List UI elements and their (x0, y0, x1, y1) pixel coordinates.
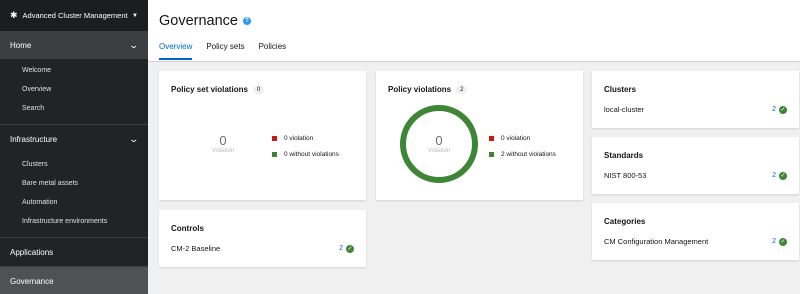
nav-item-search[interactable]: Search (0, 99, 148, 118)
perspective-switcher[interactable]: ✱ Advanced Cluster Management ▼ (0, 0, 148, 31)
tab-policies[interactable]: Policies (259, 42, 287, 60)
count-badge: 0 (252, 85, 265, 94)
nav-group-label: Home (10, 40, 32, 50)
legend-label: 0 violation (284, 135, 314, 142)
donut-label: Violation (427, 148, 451, 154)
clusters-card: Clusters local-cluster 2 ✓ (592, 71, 799, 128)
nav-group-home: Home ⌄ Welcome Overview Search (0, 31, 148, 125)
nav-item-applications[interactable]: Applications (0, 238, 148, 267)
nav-item-bare-metal-assets[interactable]: Bare metal assets (0, 174, 148, 193)
legend-without-violation[interactable]: 0 without violations (272, 151, 339, 158)
legend-label: 2 without violations (501, 151, 556, 158)
standard-row: NIST 800-53 2 ✓ (604, 171, 787, 180)
card-title-text: Policy violations (388, 85, 452, 94)
control-row: CM-2 Baseline 2 ✓ (171, 244, 354, 253)
category-row: CM Configuration Management 2 ✓ (604, 237, 787, 246)
sidebar: ✱ Advanced Cluster Management ▼ Home ⌄ W… (0, 0, 148, 294)
nav-item-governance[interactable]: Governance (0, 267, 148, 294)
without-violation-swatch (272, 152, 277, 157)
card-title: Clusters (604, 85, 637, 94)
page-title: Governance ? (159, 13, 251, 29)
tab-policy-sets[interactable]: Policy sets (206, 42, 244, 60)
violation-swatch (272, 136, 277, 141)
standard-count-link[interactable]: 2 (772, 172, 776, 179)
without-violation-swatch (489, 152, 494, 157)
standards-card: Standards NIST 800-53 2 ✓ (592, 137, 799, 194)
chevron-down-icon: ⌄ (128, 133, 140, 144)
cluster-name: local-cluster (604, 105, 645, 114)
acm-logo-icon: ✱ (10, 10, 18, 20)
nav-group-label: Infrastructure (10, 134, 58, 144)
card-title: Standards (604, 151, 644, 160)
policy-violations-card: Policy violations 2 0 Violation 0 violat… (376, 71, 583, 200)
category-name: CM Configuration Management (604, 237, 709, 246)
control-count-link[interactable]: 2 (339, 245, 343, 252)
card-title: Policy set violations 0 (171, 85, 265, 94)
cluster-count-link[interactable]: 2 (772, 106, 776, 113)
check-circle-icon: ✓ (779, 171, 787, 180)
nav-item-clusters[interactable]: Clusters (0, 155, 148, 174)
caret-down-icon: ▼ (132, 12, 138, 19)
check-circle-icon: ✓ (346, 244, 354, 253)
legend-violation[interactable]: 0 violation (489, 135, 530, 142)
cluster-row: local-cluster 2 ✓ (604, 105, 787, 114)
page-title-text: Governance (159, 13, 238, 29)
standard-name: NIST 800-53 (604, 171, 647, 180)
nav-group-infrastructure-toggle[interactable]: Infrastructure ⌄ (0, 125, 148, 153)
category-count-link[interactable]: 2 (772, 238, 776, 245)
perspective-label: Advanced Cluster Management (22, 11, 128, 20)
categories-card: Categories CM Configuration Management 2… (592, 203, 799, 260)
legend-violation[interactable]: 0 violation (272, 135, 313, 142)
legend-label: 0 violation (501, 135, 531, 142)
policy-set-violations-card: Policy set violations 0 0 Violation 0 vi… (159, 71, 366, 200)
check-circle-icon: ✓ (779, 237, 787, 246)
card-title: Policy violations 2 (388, 85, 468, 94)
legend-without-violation[interactable]: 2 without violations (489, 151, 556, 158)
legend-label: 0 without violations (284, 151, 339, 158)
donut-value: 0 (219, 133, 227, 148)
controls-card: Controls CM-2 Baseline 2 ✓ (159, 210, 366, 267)
nav-group-infrastructure: Infrastructure ⌄ Clusters Bare metal ass… (0, 125, 148, 238)
card-title: Controls (171, 224, 204, 233)
violation-swatch (489, 136, 494, 141)
donut-label: Violation (211, 148, 235, 154)
nav-item-welcome[interactable]: Welcome (0, 61, 148, 80)
help-icon[interactable]: ? (243, 17, 251, 25)
page-header: Governance ? Overview Policy sets Polici… (148, 0, 800, 62)
check-circle-icon: ✓ (779, 105, 787, 114)
donut-value: 0 (435, 133, 443, 148)
chevron-down-icon: ⌄ (128, 39, 140, 50)
control-name: CM-2 Baseline (171, 244, 221, 253)
nav-item-automation[interactable]: Automation (0, 193, 148, 212)
tab-bar: Overview Policy sets Policies (159, 42, 300, 60)
card-title: Categories (604, 217, 646, 226)
nav-item-infrastructure-environments[interactable]: Infrastructure environments (0, 212, 148, 231)
tab-overview[interactable]: Overview (159, 42, 193, 60)
nav-item-overview[interactable]: Overview (0, 80, 148, 99)
nav-group-home-toggle[interactable]: Home ⌄ (0, 31, 148, 59)
count-badge: 2 (456, 85, 468, 94)
card-title-text: Policy set violations (171, 85, 248, 94)
